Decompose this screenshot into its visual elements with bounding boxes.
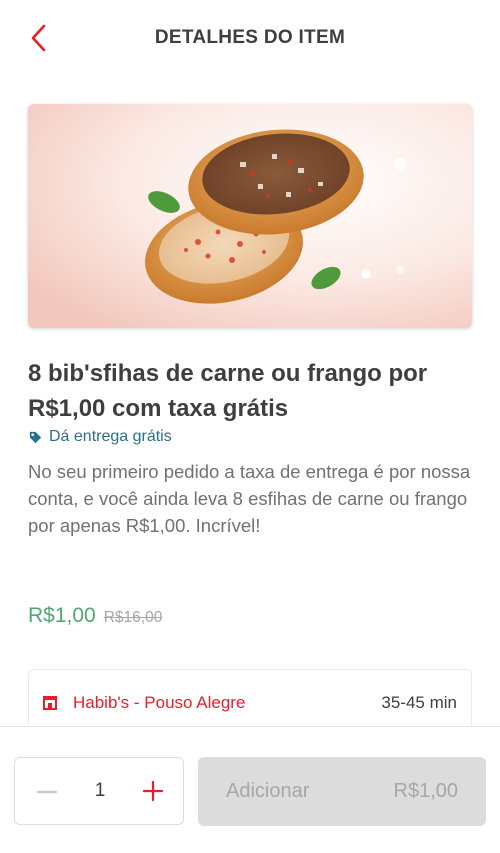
item-title: 8 bib'sfihas de carne ou frango por R$1,… — [28, 360, 428, 422]
original-price: R$16,00 — [103, 609, 163, 626]
page-title: DETALHES DO ITEM — [154, 27, 346, 48]
item-image — [28, 104, 472, 328]
free-delivery-tag: Dá entrega grátis — [28, 426, 172, 448]
quantity-value: 1 — [94, 780, 106, 801]
add-button-label: Adicionar — [226, 780, 310, 802]
store-icon — [43, 696, 57, 710]
price-row: R$1,00 R$16,00 — [28, 604, 162, 628]
store-name[interactable]: Habib's - Pouso Alegre — [73, 693, 245, 713]
tag-icon — [29, 431, 42, 443]
quantity-stepper: 1 — [14, 757, 184, 825]
current-price: R$1,00 — [28, 604, 96, 627]
delivery-time: 35-45 min — [381, 693, 457, 712]
plus-icon[interactable] — [141, 779, 165, 803]
top-bar: DETALHES DO ITEM — [0, 0, 500, 76]
minus-icon[interactable] — [35, 780, 59, 804]
bottom-action-bar: 1 Adicionar R$1,00 — [0, 726, 500, 853]
add-to-cart-button[interactable]: Adicionar R$1,00 — [198, 757, 486, 826]
add-button-price: R$1,00 — [393, 780, 459, 802]
free-delivery-label: Dá entrega grátis — [49, 428, 172, 445]
item-description: No seu primeiro pedido a taxa de entrega… — [28, 461, 471, 536]
